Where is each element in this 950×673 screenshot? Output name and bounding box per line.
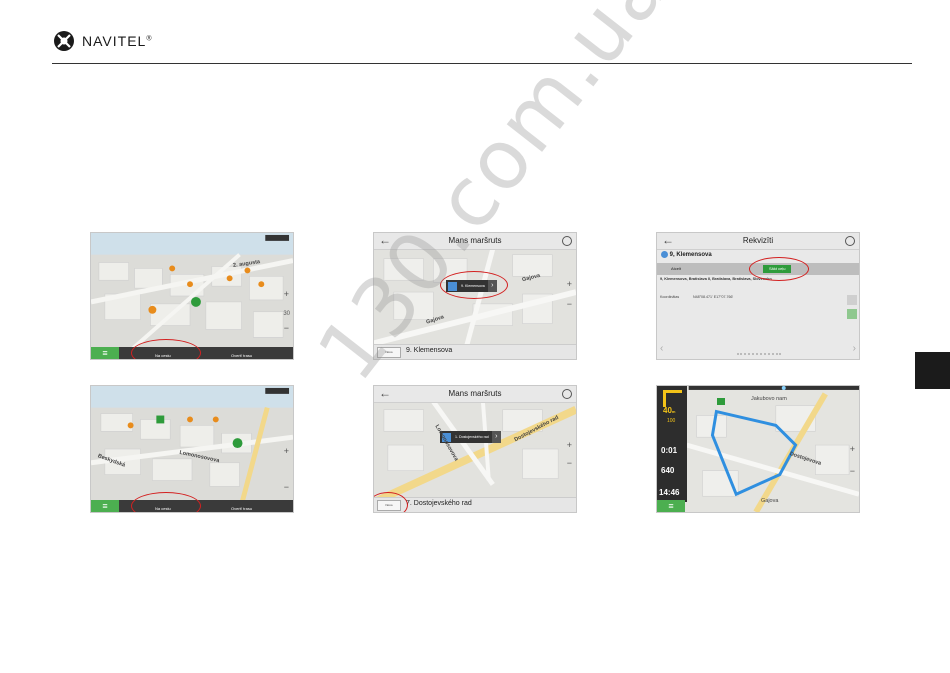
zoom-out-icon[interactable]: −: [284, 323, 289, 333]
chevron-left-icon[interactable]: ‹: [660, 343, 663, 354]
time-remaining: 0:01: [661, 446, 678, 455]
title-bar: ← Rekvizīti: [657, 233, 859, 250]
coords-value: N48°08.471' E17°07.766': [693, 295, 734, 299]
destination-flag-icon: [717, 398, 725, 405]
cancel-button[interactable]: Atcelt: [671, 266, 681, 271]
brand-name: NAVITEL®: [82, 33, 153, 49]
page-header: NAVITEL®: [0, 0, 950, 64]
place-name: 9, Klemensova: [661, 251, 712, 258]
turn-distance: 40m: [663, 406, 676, 415]
zoom-out-icon[interactable]: −: [567, 299, 572, 309]
title-bar: ← Mans maršruts: [374, 386, 576, 403]
turn-arrow-icon: [663, 390, 682, 407]
page-side-tab: [915, 352, 950, 389]
screen-title: Rekvizīti: [742, 236, 774, 245]
check-route-button[interactable]: Overiť trasu: [231, 353, 252, 358]
zoom-in-icon[interactable]: +: [284, 289, 289, 299]
zoom-in-icon[interactable]: +: [567, 440, 572, 450]
zoom-level: 30: [283, 311, 290, 317]
speed-limit: 100: [667, 418, 676, 424]
nav-info-panel: 40m 100 0:01 640 14:46: [657, 386, 687, 502]
navitel-logo: NAVITEL®: [52, 28, 152, 54]
highlight-circle: [131, 492, 201, 512]
screenshot-map-pois: 2. augusta + 30 − ≡ Na cestu Overiť tras…: [90, 232, 294, 360]
zoom-out-icon[interactable]: −: [284, 482, 289, 492]
map-pin-icon: [661, 251, 668, 258]
zoom-in-icon[interactable]: +: [284, 446, 289, 456]
highlight-circle: [749, 257, 809, 281]
menu-icon[interactable]: ≡: [657, 500, 685, 512]
chevron-right-icon[interactable]: ›: [491, 431, 501, 443]
settings-gear-icon[interactable]: [562, 389, 572, 399]
chevron-right-icon[interactable]: ›: [853, 343, 856, 354]
header-divider: [52, 63, 912, 64]
screenshot-my-route-2: ← Mans maršruts 1. Dostojevského rad › Do…: [373, 385, 577, 513]
zoom-out-icon[interactable]: −: [567, 458, 572, 468]
map-background: [657, 386, 859, 512]
map-background: [91, 233, 293, 359]
map-background: [374, 386, 576, 512]
zoom-out-icon[interactable]: −: [850, 466, 855, 476]
settings-gear-icon[interactable]: [562, 236, 572, 246]
address-line: 9, Klemensova, Bratislava II, Bratislava…: [660, 277, 772, 281]
menu-icon[interactable]: ≡: [91, 347, 119, 359]
screenshot-details: ← Rekvizīti 9, Klemensova Atcelt Sākt ce…: [656, 232, 860, 360]
clock: 14:46: [659, 488, 680, 497]
screenshot-navigation: 40m 100 0:01 640 14:46 Jakubovo nam Dost…: [656, 385, 860, 513]
zoom-in-icon[interactable]: +: [850, 444, 855, 454]
navitel-emblem-icon: [54, 31, 74, 51]
side-button[interactable]: [847, 295, 857, 305]
coords-label: Koordinātas: [660, 295, 680, 299]
bottom-toolbar: ≡: [657, 500, 859, 512]
side-button[interactable]: [847, 309, 857, 319]
address-text: 7. Dostojevského rad: [406, 500, 472, 507]
pagination-dots: [737, 353, 781, 357]
zoom-in-icon[interactable]: +: [567, 279, 572, 289]
screen-title: Mans maršruts: [448, 389, 502, 398]
check-route-button[interactable]: Overiť trasu: [231, 506, 252, 511]
distance-remaining: 640: [661, 466, 675, 475]
map-background: [91, 386, 293, 512]
highlight-circle: [131, 339, 201, 359]
menu-icon[interactable]: ≡: [91, 500, 119, 512]
settings-gear-icon[interactable]: [845, 236, 855, 246]
map-street-label: Jakubovo nam: [751, 396, 787, 402]
screenshot-map-flag: Lomonosovova Beskydská + − ≡ Na cestu Ov…: [90, 385, 294, 513]
